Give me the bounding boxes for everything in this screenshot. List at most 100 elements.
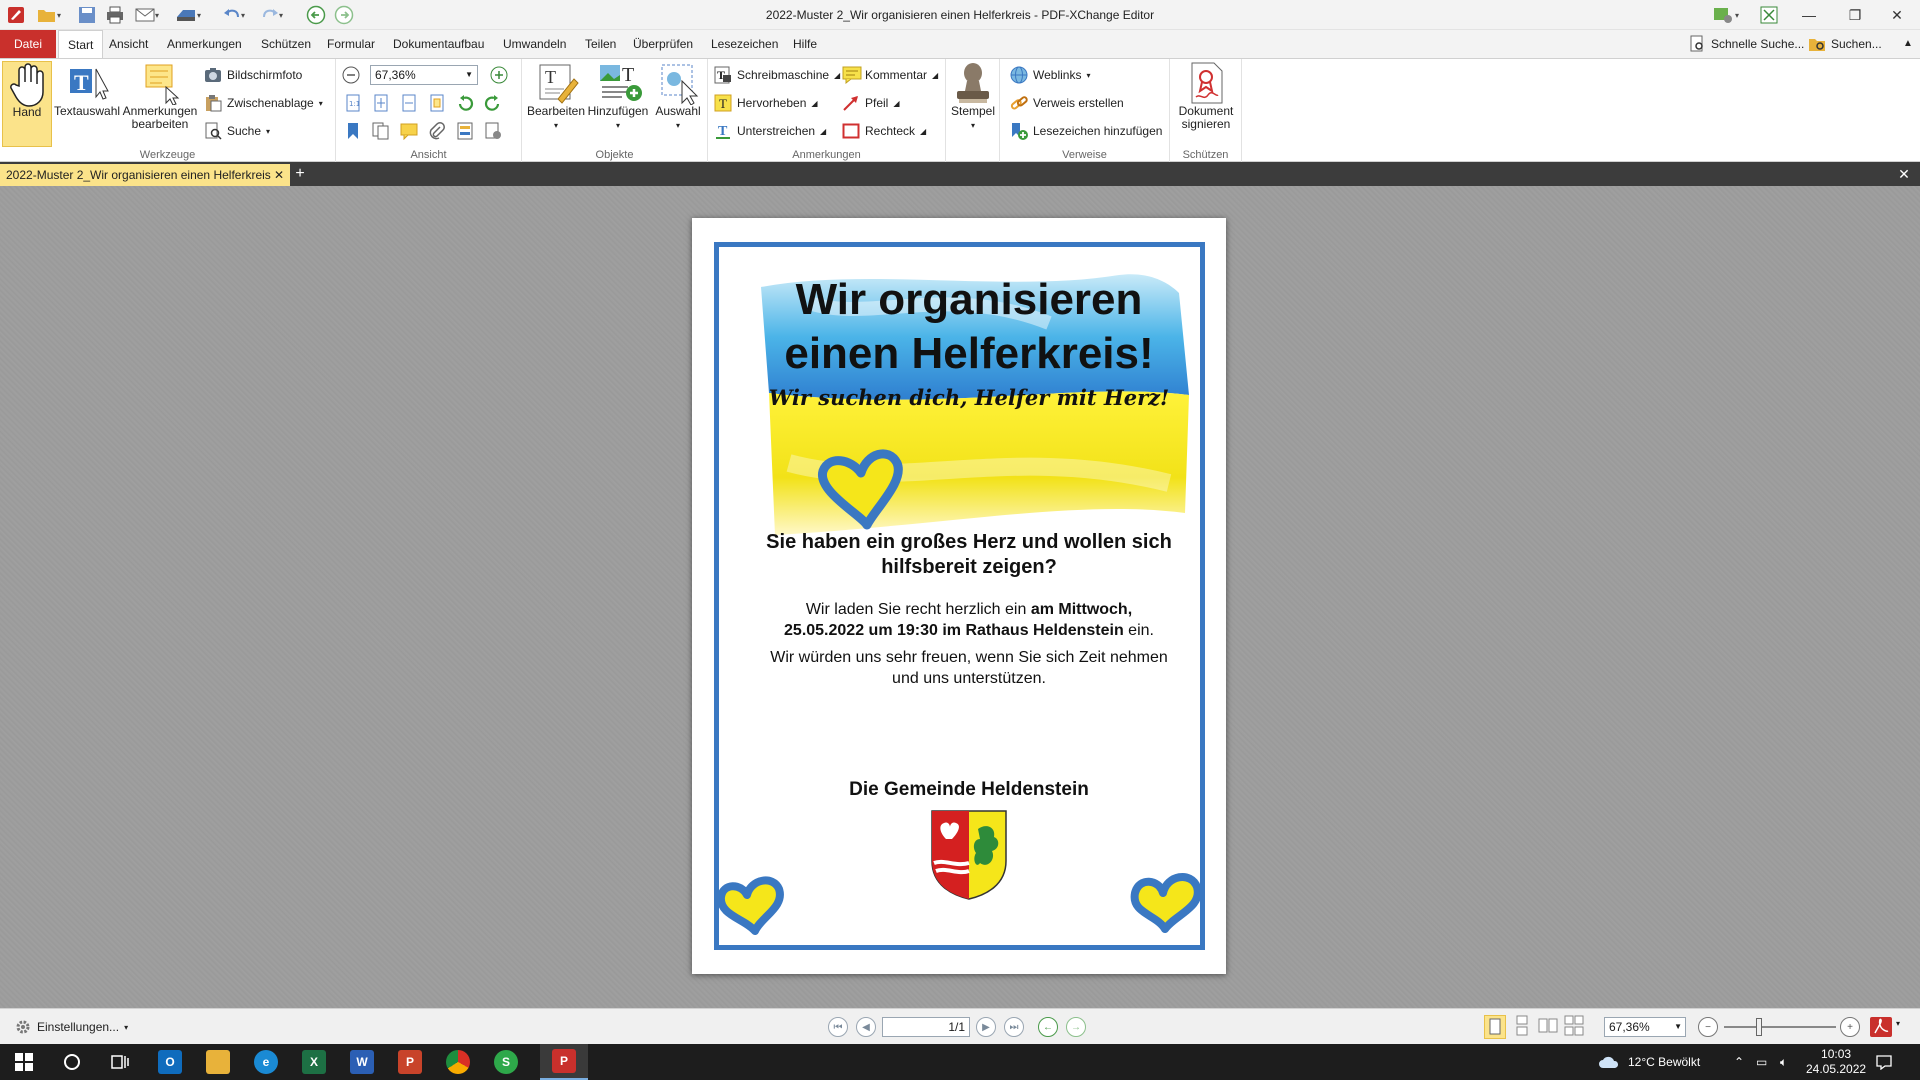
unterstreichen-button[interactable]: T Unterstreichen ◢	[714, 120, 826, 142]
comments-pane-button[interactable]	[400, 120, 418, 142]
clock[interactable]: 10:03 24.05.2022	[1806, 1044, 1866, 1080]
excel-taskbar-button[interactable]: X	[290, 1044, 338, 1080]
zoom-field[interactable]: 67,36% ▼	[370, 65, 478, 85]
collapse-ribbon-icon[interactable]: ▲	[1894, 30, 1920, 58]
prev-page-button[interactable]: ◀	[856, 1017, 876, 1037]
close-window-button[interactable]: ✕	[1874, 0, 1920, 30]
page-number-field[interactable]: 1/1	[882, 1017, 970, 1037]
explorer-taskbar-button[interactable]	[194, 1044, 242, 1080]
menu-schuetzen[interactable]: Schützen	[252, 30, 320, 58]
start-button[interactable]	[0, 1044, 48, 1080]
document-tab-bar: 2022-Muster 2_Wir organisieren einen Hel…	[0, 162, 1920, 186]
outlook-taskbar-button[interactable]: O	[146, 1044, 194, 1080]
two-page-continuous-icon[interactable]	[1564, 1015, 1586, 1039]
restore-button[interactable]: ❐	[1832, 0, 1878, 30]
menu-start[interactable]: Start	[58, 30, 104, 59]
weather-widget[interactable]: 12°C Bewölkt	[1598, 1044, 1700, 1080]
search-taskbar-button[interactable]	[48, 1044, 96, 1080]
menu-dokumentaufbau[interactable]: Dokumentaufbau	[384, 30, 493, 58]
menu-anmerkungen[interactable]: Anmerkungen	[158, 30, 251, 58]
menu-umwandeln[interactable]: Umwandeln	[494, 30, 575, 58]
pdf-xchange-taskbar-button[interactable]: P	[540, 1044, 588, 1080]
new-tab-icon[interactable]: +	[290, 164, 310, 186]
volume-mute-icon[interactable]: 🔈︎	[1780, 1044, 1787, 1080]
stempel-button[interactable]: Stempel ▾	[948, 61, 998, 132]
group-verweise: Weblinks ▾ Verweis erstellen Lesezeichen …	[1000, 59, 1170, 163]
single-page-view-icon[interactable]	[1484, 1015, 1506, 1039]
hinzufuegen-button[interactable]: T Hinzufügen ▾	[586, 61, 650, 132]
hand-tool-button[interactable]: Hand	[2, 61, 52, 147]
close-document-icon[interactable]: ✕	[1894, 164, 1914, 186]
quick-search-button[interactable]: Schnelle Suche...	[1688, 33, 1804, 55]
verweis-erstellen-button[interactable]: Verweis erstellen	[1010, 92, 1124, 114]
first-page-button[interactable]: ⏮	[828, 1017, 848, 1037]
task-view-button[interactable]	[96, 1044, 144, 1080]
menu-ueberpruefen[interactable]: Überprüfen	[624, 30, 702, 58]
pages-button[interactable]	[372, 120, 390, 142]
notifications-icon[interactable]	[1876, 1044, 1900, 1080]
menu-ansicht[interactable]: Ansicht	[100, 30, 157, 58]
menu-hilfe[interactable]: Hilfe	[784, 30, 826, 58]
powerpoint-taskbar-button[interactable]: P	[386, 1044, 434, 1080]
minimize-button[interactable]: —	[1786, 0, 1832, 30]
zoom-out-button[interactable]	[342, 64, 360, 86]
zoom-in-button[interactable]	[490, 64, 508, 86]
fit-visible-button[interactable]	[428, 92, 446, 114]
tray-chevron-icon[interactable]: ⌃	[1734, 1044, 1744, 1080]
dokument-signieren-button[interactable]: Dokument signieren	[1174, 61, 1238, 131]
menu-datei[interactable]: Datei	[0, 30, 57, 58]
chrome-taskbar-button[interactable]	[434, 1044, 482, 1080]
suche-button[interactable]: Suche ▾	[204, 120, 270, 142]
rechteck-button[interactable]: Rechteck ◢	[842, 120, 926, 142]
bearbeiten-button[interactable]: T Bearbeiten ▾	[526, 61, 586, 132]
menu-formular[interactable]: Formular	[318, 30, 384, 58]
auswahl-button[interactable]: Auswahl ▾	[650, 61, 706, 132]
form-fields-button[interactable]	[456, 120, 474, 142]
nav-forward-button[interactable]: →	[1066, 1017, 1086, 1037]
weblinks-button[interactable]: Weblinks ▾	[1010, 64, 1090, 86]
pfeil-button[interactable]: Pfeil ◢	[842, 92, 900, 114]
properties-button[interactable]	[484, 120, 502, 142]
schreibmaschine-button[interactable]: T Schreibmaschine ◢	[714, 64, 840, 86]
word-taskbar-button[interactable]: W	[338, 1044, 386, 1080]
windows-taskbar: O e X W P S P 12°C Bewölkt ⌃ ▭ 🔈︎ 10:03 …	[0, 1044, 1920, 1080]
textauswahl-button[interactable]: T Textauswahl	[54, 61, 120, 118]
document-tab[interactable]: 2022-Muster 2_Wir organisieren einen Hel…	[0, 164, 290, 186]
pdf-dropdown-icon[interactable]: ▾	[1896, 1019, 1900, 1028]
menu-teilen[interactable]: Teilen	[576, 30, 625, 58]
bookmark-button[interactable]	[344, 120, 362, 142]
fullscreen-icon[interactable]	[1756, 3, 1782, 27]
edge-taskbar-button[interactable]: e	[242, 1044, 290, 1080]
network-icon[interactable]: ▭	[1756, 1044, 1767, 1080]
zoom-slider[interactable]	[1724, 1026, 1836, 1028]
status-zoom-out-button[interactable]: −	[1698, 1017, 1718, 1037]
bildschirmfoto-button[interactable]: Bildschirmfoto	[204, 64, 302, 86]
actual-size-button[interactable]: 1:1	[344, 92, 362, 114]
status-zoom-in-button[interactable]: +	[1840, 1017, 1860, 1037]
lesezeichen-hinzufuegen-button[interactable]: Lesezeichen hinzufügen	[1010, 120, 1162, 142]
fit-page-button[interactable]	[372, 92, 390, 114]
close-tab-icon[interactable]: ✕	[274, 164, 284, 186]
zwischenablage-button[interactable]: Zwischenablage ▾	[204, 92, 323, 114]
fit-width-button[interactable]	[400, 92, 418, 114]
status-zoom-field[interactable]: 67,36% ▼	[1604, 1017, 1686, 1037]
kommentar-button[interactable]: Kommentar ◢	[842, 64, 938, 86]
last-page-button[interactable]: ⏭	[1004, 1017, 1024, 1037]
attachments-button[interactable]	[428, 120, 446, 142]
hervorheben-button[interactable]: T Hervorheben ◢	[714, 92, 818, 114]
pdf-page[interactable]: Wir organisieren einen Helferkreis! Wir …	[692, 218, 1226, 974]
search-button[interactable]: Suchen...	[1808, 33, 1882, 55]
zoom-slider-thumb[interactable]	[1756, 1018, 1762, 1036]
menu-lesezeichen[interactable]: Lesezeichen	[702, 30, 787, 58]
rotate-right-button[interactable]	[484, 92, 502, 114]
ui-options-icon[interactable]: ▾	[1708, 3, 1744, 27]
continuous-view-icon[interactable]	[1512, 1015, 1534, 1039]
rotate-left-button[interactable]	[456, 92, 474, 114]
two-page-view-icon[interactable]	[1538, 1015, 1560, 1039]
anmerkungen-bearbeiten-button[interactable]: Anmerkungen bearbeiten	[120, 61, 200, 131]
next-page-button[interactable]: ▶	[976, 1017, 996, 1037]
settings-button[interactable]: Einstellungen... ▾	[14, 1016, 128, 1038]
pdf-acrobat-icon[interactable]	[1870, 1017, 1892, 1037]
nav-back-button[interactable]: ←	[1038, 1017, 1058, 1037]
app-s-taskbar-button[interactable]: S	[482, 1044, 530, 1080]
